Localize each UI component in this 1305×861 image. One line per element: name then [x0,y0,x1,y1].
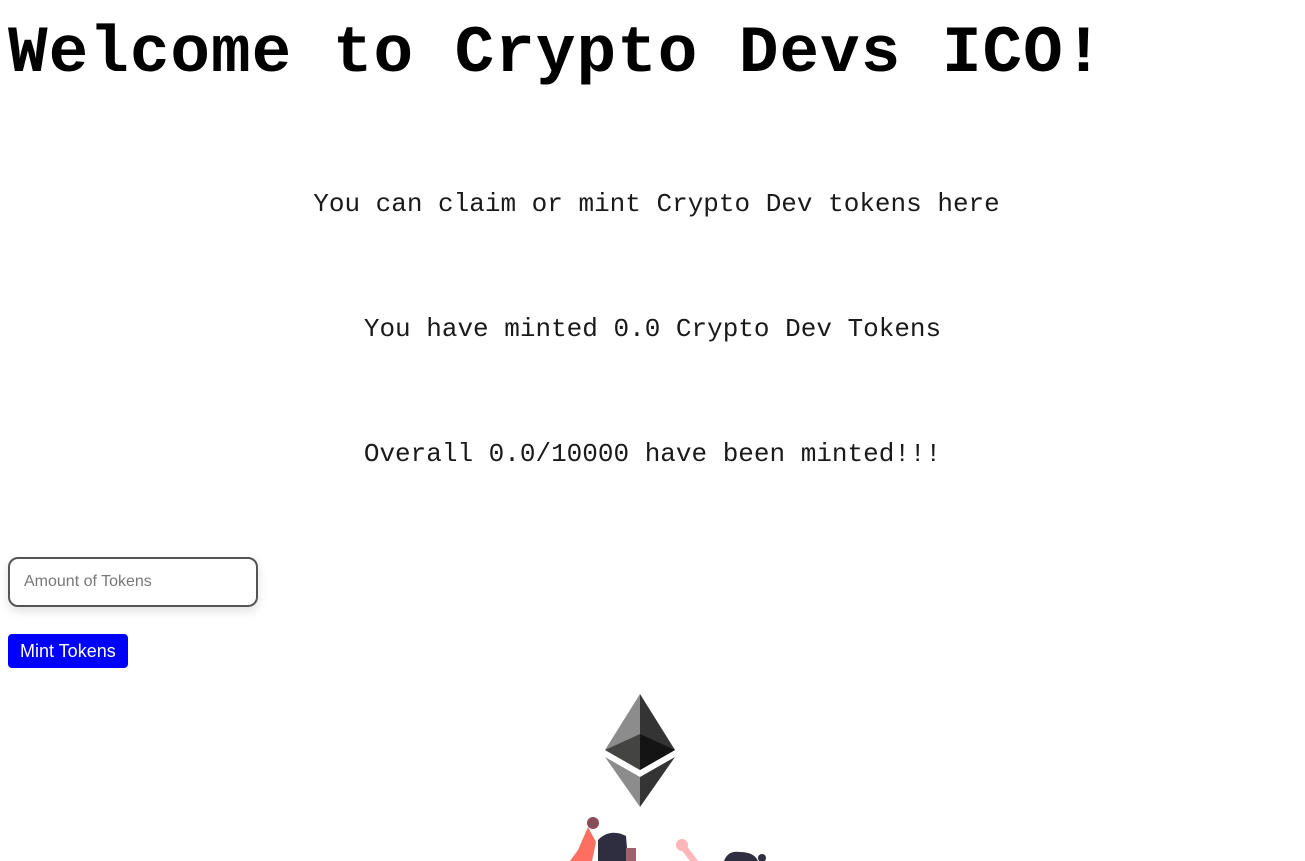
amount-of-tokens-input[interactable] [8,557,258,607]
overall-minted-text: Overall 0.0/10000 have been minted!!! [363,439,942,469]
page: Welcome to Crypto Devs ICO! You can clai… [0,0,1305,861]
page-title: Welcome to Crypto Devs ICO! [8,16,1105,91]
description-text: You can claim or mint Crypto Dev tokens … [313,189,1000,219]
user-minted-text: You have minted 0.0 Crypto Dev Tokens [363,314,942,344]
mint-tokens-button[interactable]: Mint Tokens [8,634,128,668]
ethereum-logo-icon [605,694,675,807]
crypto-devs-illustration [570,694,766,861]
people-figures-illustration [570,817,766,861]
